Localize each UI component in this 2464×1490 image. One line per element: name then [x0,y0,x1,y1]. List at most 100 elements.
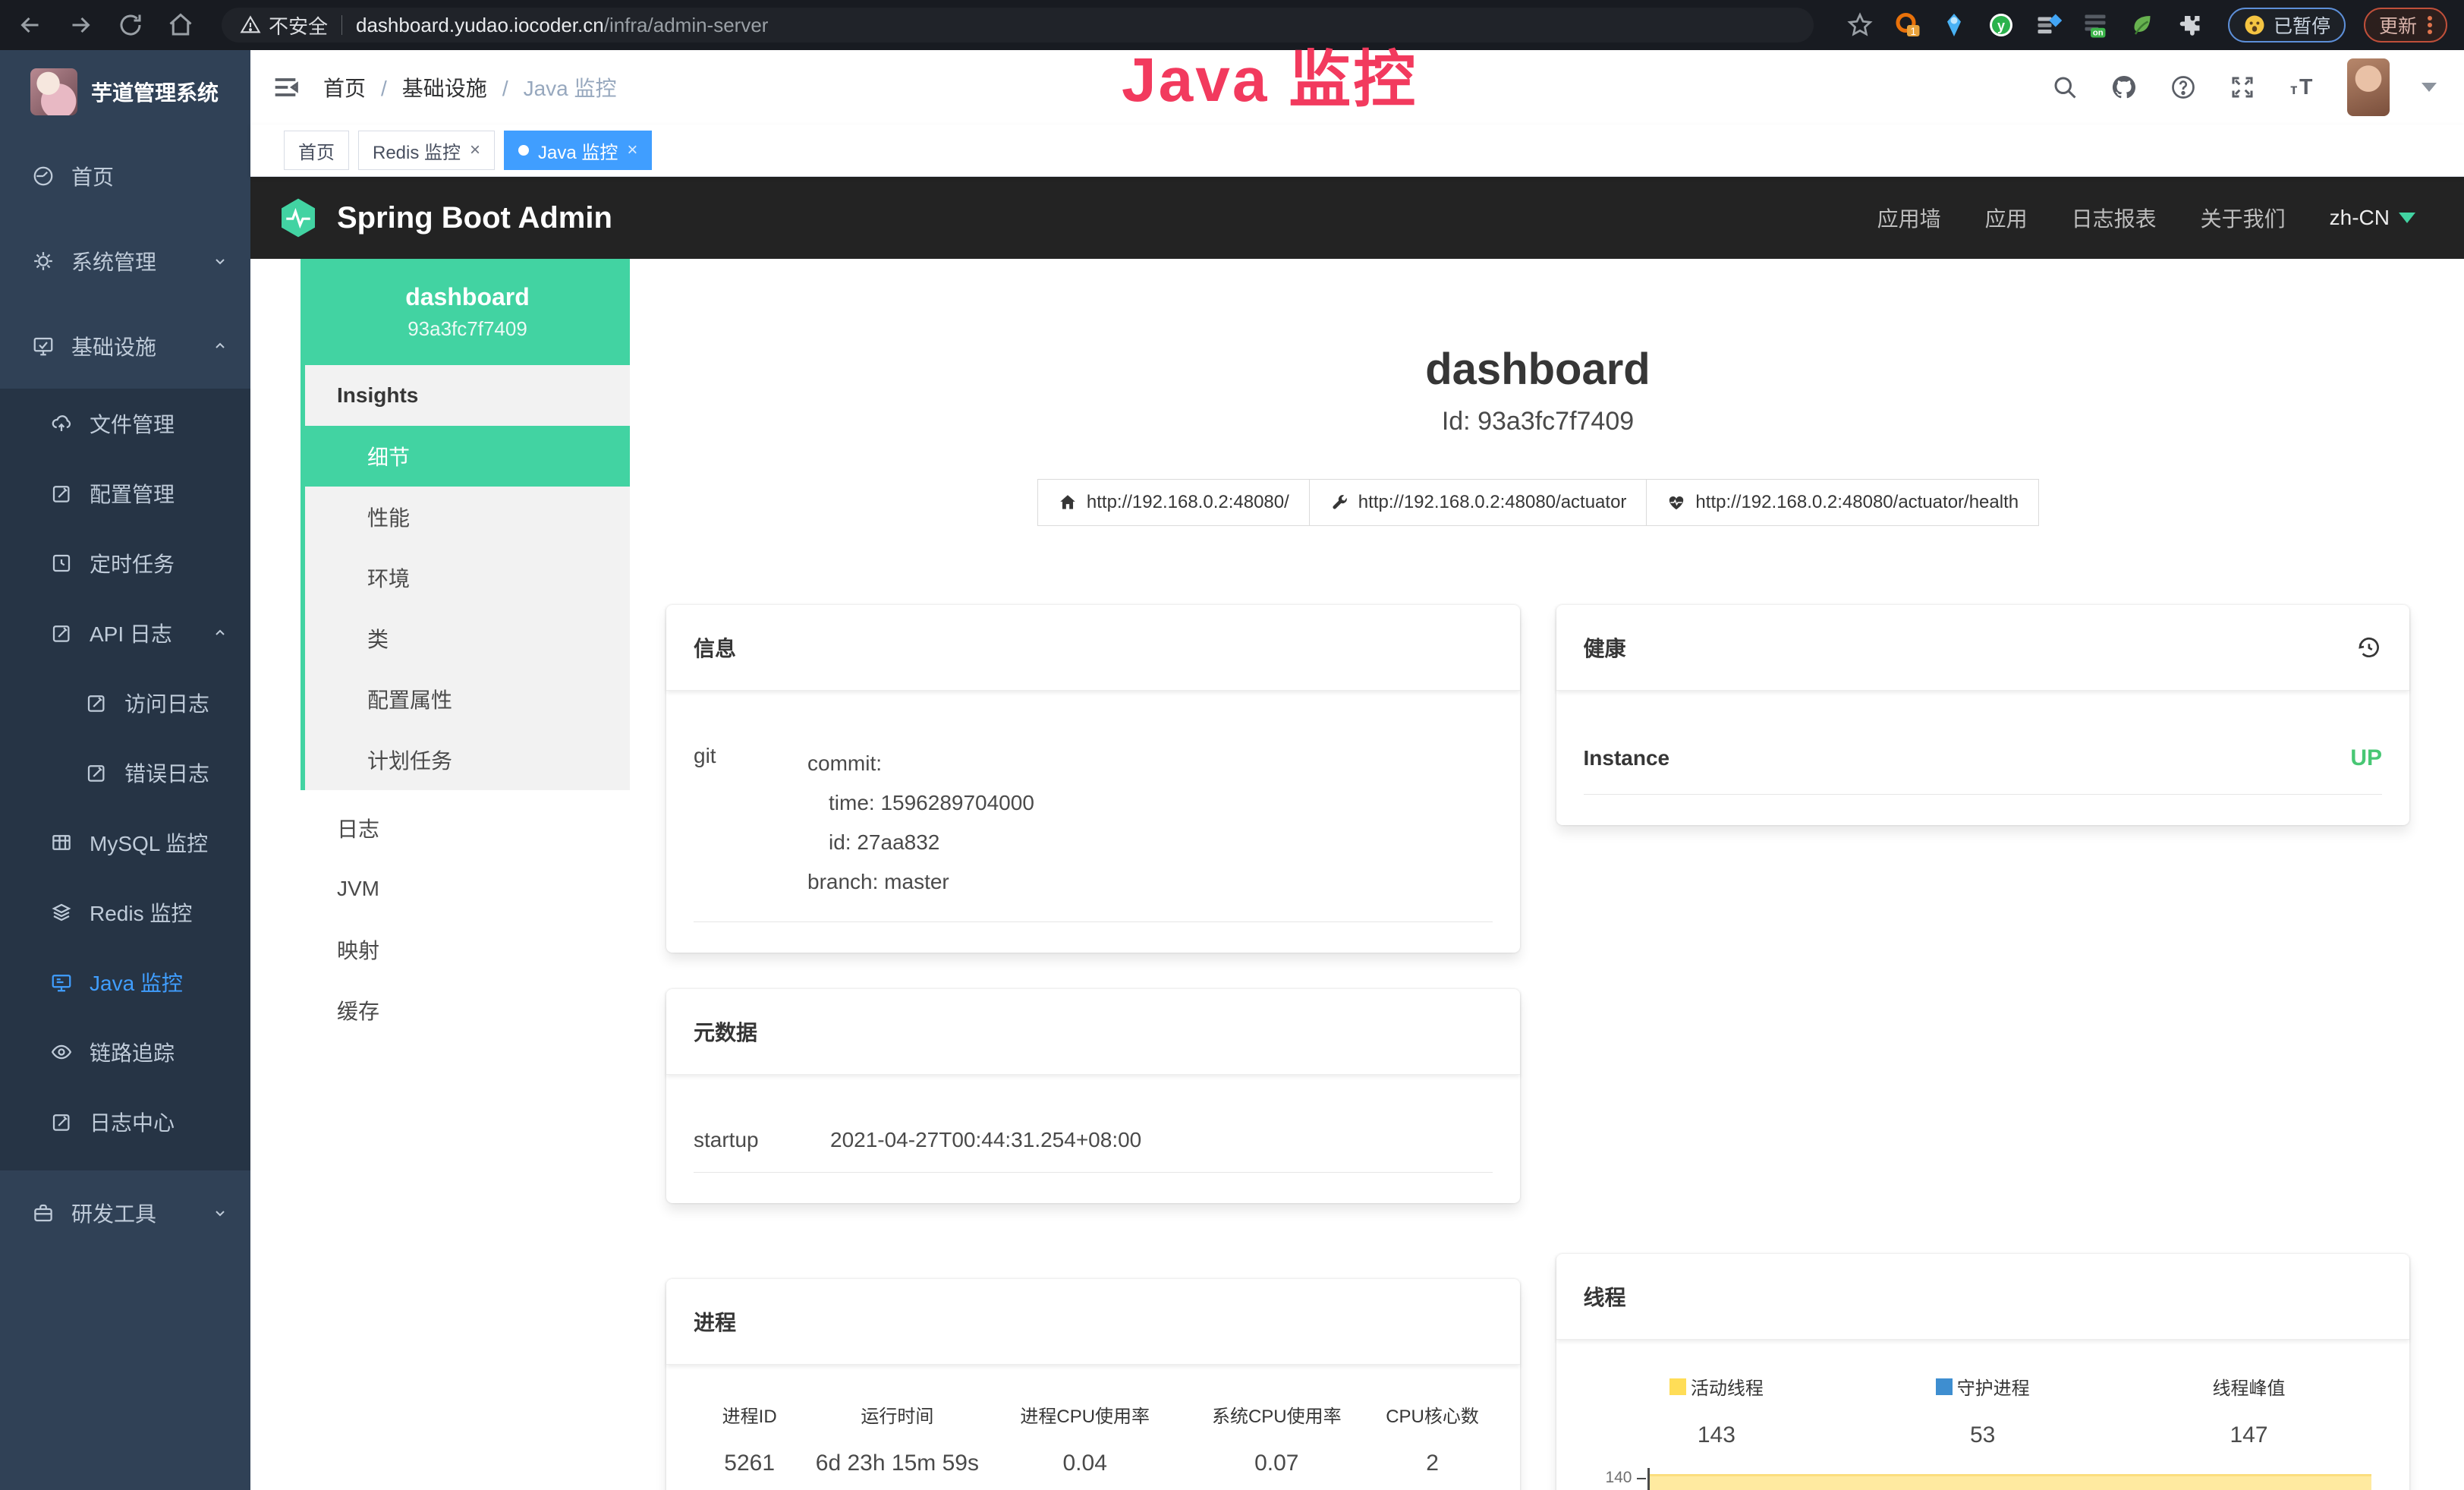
timer-icon [50,552,73,575]
sba-sidebar: dashboard 93a3fc7f7409 Insights 细节 性能 环境… [301,259,630,1490]
sidebar-item-error-log[interactable]: 错误日志 [0,738,250,808]
sba-item-logs[interactable]: 日志 [301,798,630,858]
help-icon[interactable] [2170,74,2197,101]
sidebar-item-dev-tools[interactable]: 研发工具 [0,1170,250,1255]
sba-nav-about[interactable]: 关于我们 [2201,203,2286,233]
health-url-button[interactable]: http://192.168.0.2:48080/actuator/health [1646,479,2039,526]
svg-text:т: т [2290,81,2298,98]
process-col-process-cpu: 进程CPU使用率 0.04 [989,1401,1181,1476]
sidebar-item-mysql-monitor[interactable]: MySQL 监控 [0,808,250,877]
omnibox-divider [341,15,342,35]
health-card-body: Instance UP [1556,691,2410,825]
info-card: 信息 git commit: time: 1596289704000 id: 2 [666,605,1520,953]
bookmark-star-icon[interactable] [1846,11,1874,39]
security-label: 不安全 [269,11,328,39]
locale-select[interactable]: zh-CN [2330,206,2415,230]
reload-icon[interactable] [117,11,144,39]
sidebar-item-redis-monitor[interactable]: Redis 监控 [0,877,250,947]
user-avatar[interactable] [2347,58,2390,116]
sba-item-classes[interactable]: 类 [305,608,630,669]
svg-text:y: y [1997,18,2005,33]
legend-peak-threads: 线程峰值 147 [2116,1373,2382,1448]
sidebar-item-java-monitor[interactable]: Java 监控 [0,947,250,1017]
sba-item-metrics[interactable]: 性能 [305,487,630,547]
tab-home[interactable]: 首页 [284,131,349,170]
extension-green-circle-icon[interactable]: y [1987,11,2015,39]
avatar-caret-icon[interactable] [2422,83,2437,92]
back-icon[interactable] [17,11,44,39]
spring-boot-admin-logo[interactable] [276,196,320,240]
sba-item-config-props[interactable]: 配置属性 [305,669,630,729]
sidebar-item-access-log[interactable]: 访问日志 [0,668,250,738]
sba-item-details[interactable]: 细节 [305,426,630,487]
extension-leaf-icon[interactable] [2129,11,2156,39]
sidebar-item-infra[interactable]: 基础设施 [0,304,250,389]
address-bar[interactable]: 不安全 dashboard.yudao.iocoder.cn /infra/ad… [222,8,1814,43]
threads-card-body: 活动线程 143 守护进程 53 线程峰值 [1556,1340,2410,1490]
sba-nav-journal[interactable]: 日志报表 [2072,203,2157,233]
extension-orange-icon[interactable]: 1 [1893,11,1921,39]
sba-nav-wallboard[interactable]: 应用墙 [1877,203,1941,233]
sidebar-item-tracing[interactable]: 链路追踪 [0,1017,250,1087]
app-logo-row[interactable]: 芋道管理系统 [0,50,250,134]
sidebar-item-file-manage[interactable]: 文件管理 [0,389,250,458]
fullscreen-icon[interactable] [2229,74,2256,101]
tab-java-monitor[interactable]: Java 监控 × [504,131,652,170]
threads-legend: 活动线程 143 守护进程 53 线程峰值 [1584,1362,2383,1448]
font-size-icon[interactable]: тT [2288,74,2315,101]
github-icon[interactable] [2110,74,2138,101]
actuator-url-button[interactable]: http://192.168.0.2:48080/actuator [1309,479,1647,526]
forward-icon[interactable] [67,11,94,39]
legend-blue-swatch [1936,1378,1953,1395]
breadcrumb-home[interactable]: 首页 [323,72,366,102]
metadata-card: 元数据 startup 2021-04-27T00:44:31.254+08:0… [666,989,1520,1203]
search-icon[interactable] [2051,74,2079,101]
wrench-icon [1330,493,1349,512]
close-icon[interactable]: × [470,141,480,159]
breadcrumb-current: Java 监控 [487,72,617,102]
sidebar-item-system[interactable]: 系统管理 [0,219,250,304]
info-row-value: commit: time: 1596289704000 id: 27aa832 … [807,744,1034,902]
face-emoji-icon [2243,14,2266,36]
close-icon[interactable]: × [627,141,637,159]
svg-text:1: 1 [1910,26,1916,37]
extension-on-badge-icon[interactable]: on [2082,11,2109,39]
sidebar-item-home[interactable]: 首页 [0,134,250,219]
sidebar-item-log-center[interactable]: 日志中心 [0,1087,250,1157]
sba-item-caches[interactable]: 缓存 [301,980,630,1041]
extension-pin-icon[interactable] [1940,11,1968,39]
cloud-upload-icon [50,412,73,435]
instance-group: dashboard 93a3fc7f7409 Insights 细节 性能 环境… [301,259,630,790]
instance-header[interactable]: dashboard 93a3fc7f7409 [305,259,630,365]
update-button[interactable]: 更新 [2364,8,2447,43]
extensions-puzzle-icon[interactable] [2176,11,2203,39]
home-icon[interactable] [167,11,194,39]
legend-daemon-threads: 守护进程 53 [1849,1373,2116,1448]
service-url-button[interactable]: http://192.168.0.2:48080/ [1037,479,1310,526]
svg-text:T: T [2299,75,2313,99]
sba-item-environment[interactable]: 环境 [305,547,630,608]
content-column: 首页 基础设施 Java 监控 тT 首页 [250,50,2464,1490]
sidebar-item-scheduled-tasks[interactable]: 定时任务 [0,528,250,598]
sba-brand-title[interactable]: Spring Boot Admin [337,201,612,235]
paused-badge[interactable]: 已暂停 [2228,8,2346,43]
threads-card-header: 线程 [1556,1254,2410,1340]
sidebar-toggle-icon[interactable] [270,72,301,102]
instance-name: dashboard [405,283,530,311]
sba-main: dashboard Id: 93a3fc7f7409 http://192.16… [630,259,2464,1490]
history-icon[interactable] [2355,634,2382,661]
sba-item-jvm[interactable]: JVM [301,858,630,919]
sidebar-item-config-manage[interactable]: 配置管理 [0,458,250,528]
threads-chart: 140 120 100 [1584,1468,2383,1490]
sidebar-item-api-log[interactable]: API 日志 [0,598,250,668]
sba-item-mappings[interactable]: 映射 [301,919,630,980]
breadcrumb-infra[interactable]: 基础设施 [366,72,487,102]
extension-grid-icon[interactable] [2034,11,2062,39]
sba-nav-applications[interactable]: 应用 [1985,203,2028,233]
process-col-uptime: 运行时间 6d 23h 15m 59s [805,1401,989,1476]
active-tab-dot [518,145,529,156]
sba-item-scheduled-tasks[interactable]: 计划任务 [305,729,630,790]
cards-left-column: 信息 git commit: time: 1596289704000 id: 2 [666,605,1520,1490]
tab-redis-monitor[interactable]: Redis 监控 × [358,131,495,170]
kebab-menu-icon[interactable] [2428,14,2432,36]
